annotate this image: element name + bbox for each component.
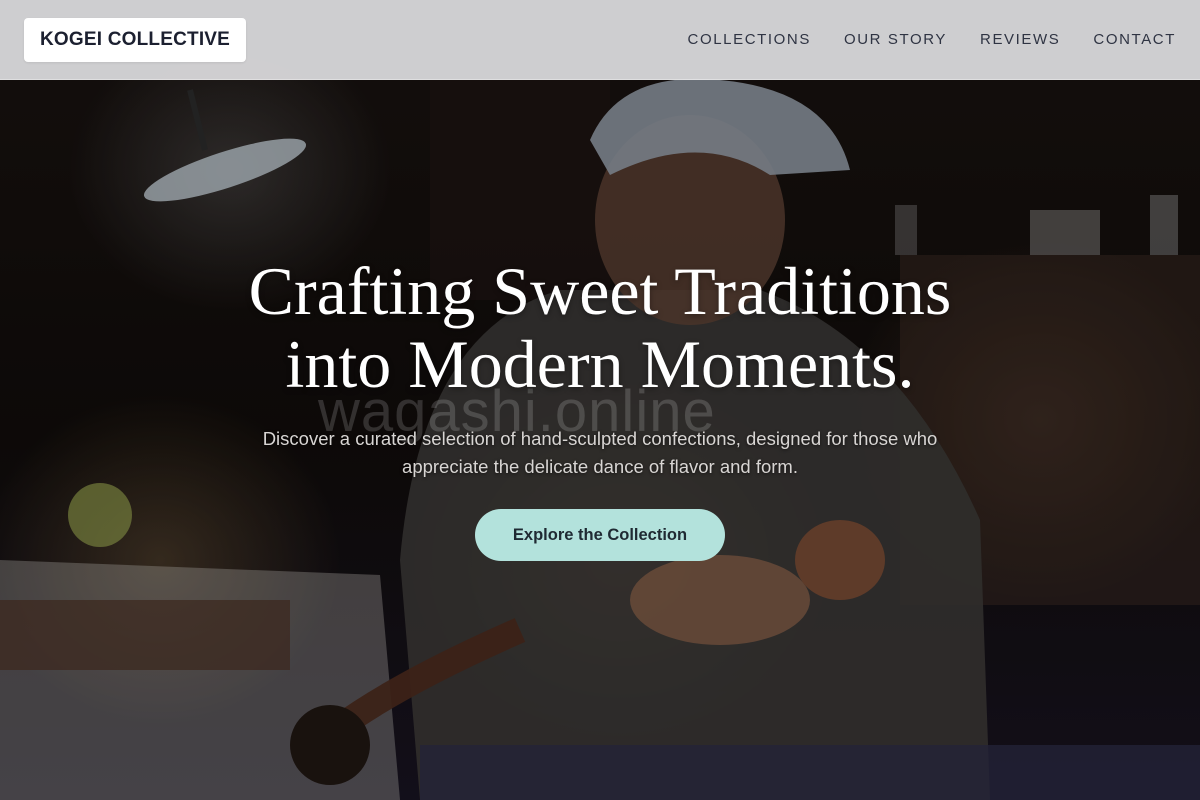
explore-collection-button[interactable]: Explore the Collection — [475, 509, 725, 561]
site-logo[interactable]: KOGEI COLLECTIVE — [24, 17, 247, 62]
nav-link-our-story[interactable]: OUR STORY — [844, 31, 947, 48]
hero-headline-line-2: into Modern Moments. — [285, 326, 915, 402]
main-nav: COLLECTIONS OUR STORY REVIEWS CONTACT — [688, 31, 1176, 48]
nav-link-contact[interactable]: CONTACT — [1093, 31, 1176, 48]
hero-content: Crafting Sweet Traditions into Modern Mo… — [0, 255, 1200, 561]
nav-link-reviews[interactable]: REVIEWS — [980, 31, 1060, 48]
hero-subtext: Discover a curated selection of hand-scu… — [262, 428, 938, 477]
hero-headline: Crafting Sweet Traditions into Modern Mo… — [249, 255, 952, 401]
nav-link-collections[interactable]: COLLECTIONS — [688, 31, 811, 48]
top-navigation-bar: KOGEI COLLECTIVE COLLECTIONS OUR STORY R… — [0, 0, 1200, 80]
hero-headline-line-1: Crafting Sweet Traditions — [248, 253, 952, 329]
